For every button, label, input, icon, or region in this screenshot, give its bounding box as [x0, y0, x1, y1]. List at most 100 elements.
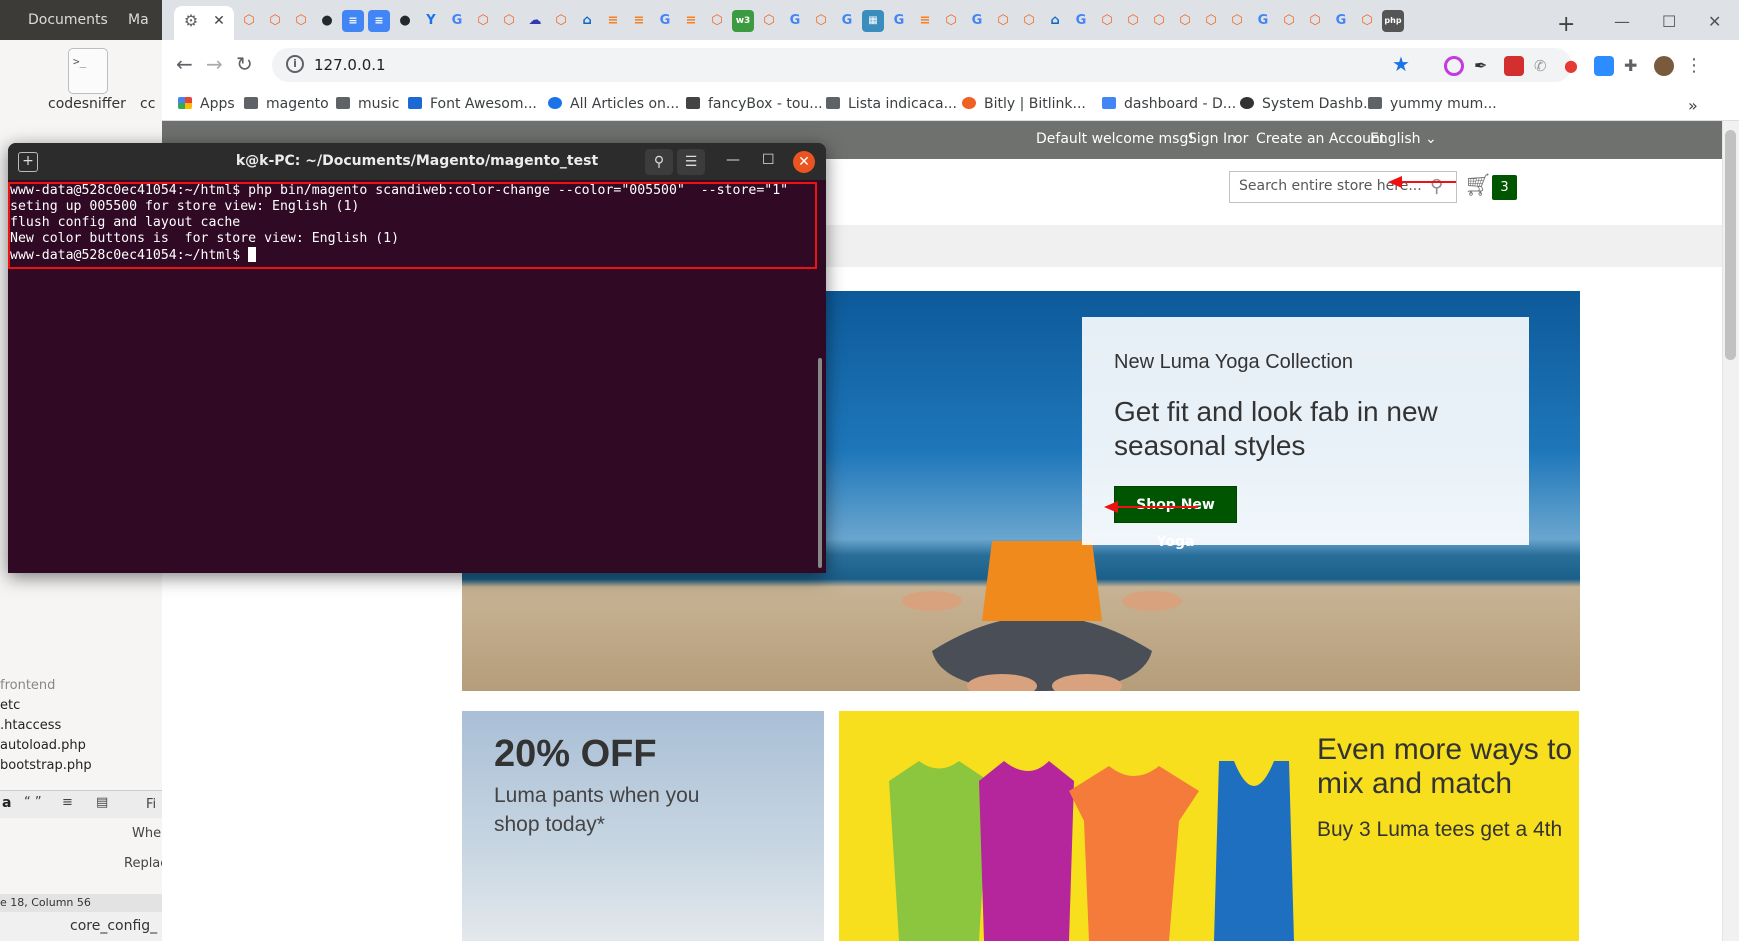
- tab-magento-favicon[interactable]: ⬡: [1200, 10, 1222, 32]
- list-item[interactable]: autoload.php: [0, 738, 86, 753]
- tab-y-favicon[interactable]: Y: [420, 10, 442, 32]
- file-label-codesniffer[interactable]: codesniffer: [48, 96, 148, 112]
- editor-tool-fi[interactable]: Fi: [146, 797, 156, 812]
- background-tab-ma[interactable]: Ma: [128, 0, 149, 40]
- profile-avatar[interactable]: [1654, 56, 1674, 76]
- eyedropper-extension-icon[interactable]: ✒: [1474, 56, 1494, 76]
- minimize-icon[interactable]: —: [726, 152, 740, 168]
- tab-magento-favicon[interactable]: ⬡: [1356, 10, 1378, 32]
- tab-google-favicon[interactable]: G: [1252, 10, 1274, 32]
- bookmark-system-dashboard[interactable]: System Dashb...: [1240, 96, 1376, 112]
- list-item[interactable]: bootstrap.php: [0, 758, 92, 773]
- tab-magento-favicon[interactable]: ⬡: [550, 10, 572, 32]
- tab-php-favicon[interactable]: php: [1382, 10, 1404, 32]
- list-item[interactable]: frontend: [0, 678, 55, 693]
- bookmark-font-awesome[interactable]: Font Awesom...: [408, 96, 537, 112]
- tab-magento-favicon[interactable]: ⬡: [940, 10, 962, 32]
- tab-stackoverflow-favicon[interactable]: ≡: [628, 10, 650, 32]
- address-bar[interactable]: [272, 48, 1572, 82]
- list-item[interactable]: etc: [0, 698, 20, 713]
- tab-google-favicon[interactable]: G: [888, 10, 910, 32]
- create-account-link[interactable]: Create an Account: [1256, 131, 1385, 147]
- tab-github-favicon[interactable]: ●: [316, 10, 338, 32]
- minimize-icon[interactable]: —: [1614, 12, 1630, 31]
- tab-google-favicon[interactable]: G: [966, 10, 988, 32]
- bookmark-fancybox[interactable]: fancyBox - tou...: [686, 96, 823, 112]
- tab-magento-favicon[interactable]: ⬡: [1122, 10, 1144, 32]
- terminal-scrollbar[interactable]: [818, 358, 822, 568]
- editor-bottom-tab[interactable]: core_config_: [0, 912, 162, 941]
- bookmark-bitly[interactable]: Bitly | Bitlink...: [962, 96, 1086, 112]
- info-icon[interactable]: i: [286, 55, 304, 73]
- tab-google-favicon[interactable]: G: [1330, 10, 1352, 32]
- tab-magento-favicon[interactable]: ⬡: [758, 10, 780, 32]
- tab-magento-favicon[interactable]: ⬡: [992, 10, 1014, 32]
- close-tab-icon[interactable]: ✕: [208, 10, 230, 32]
- tab-magento-favicon[interactable]: ⬡: [1148, 10, 1170, 32]
- terminal-window[interactable]: + k@k-PC: ~/Documents/Magento/magento_te…: [8, 143, 826, 573]
- terminal-file-icon[interactable]: >_: [68, 48, 108, 94]
- tab-magento-favicon[interactable]: ⬡: [1018, 10, 1040, 32]
- back-arrow-icon[interactable]: ←: [176, 52, 193, 76]
- gear-icon[interactable]: ⚙: [180, 10, 202, 32]
- red-extension-icon[interactable]: [1504, 56, 1524, 76]
- tab-magento-favicon[interactable]: ⬡: [238, 10, 260, 32]
- close-window-icon[interactable]: ✕: [1708, 12, 1721, 31]
- tab-magento-favicon[interactable]: ⬡: [1304, 10, 1326, 32]
- menu-kebab-icon[interactable]: ⋮: [1684, 56, 1704, 76]
- tab-magento-favicon[interactable]: ⬡: [264, 10, 286, 32]
- close-icon[interactable]: ✕: [793, 151, 815, 173]
- new-tab-button[interactable]: +: [1557, 12, 1575, 37]
- tab-cloud-favicon[interactable]: ☁: [524, 10, 546, 32]
- forward-arrow-icon[interactable]: →: [206, 52, 223, 76]
- tab-bridge-favicon[interactable]: ⌂: [1044, 10, 1066, 32]
- puzzle-extensions-icon[interactable]: ✚: [1624, 56, 1644, 76]
- phone-extension-icon[interactable]: ✆: [1534, 56, 1554, 76]
- align-icon[interactable]: ≡: [62, 795, 73, 810]
- bookmark-dashboard[interactable]: dashboard - D...: [1102, 96, 1236, 112]
- tab-docs-favicon[interactable]: ≡: [368, 10, 390, 32]
- tab-docs-favicon[interactable]: ≡: [342, 10, 364, 32]
- tab-w3-favicon[interactable]: w3: [732, 10, 754, 32]
- tab-stackoverflow-favicon[interactable]: ≡: [680, 10, 702, 32]
- list-item[interactable]: .htaccess: [0, 718, 61, 733]
- tab-magento-favicon[interactable]: ⬡: [1278, 10, 1300, 32]
- cart-count-badge[interactable]: 3: [1492, 175, 1517, 200]
- hamburger-menu-icon[interactable]: ☰: [677, 149, 705, 175]
- tab-google-favicon[interactable]: G: [654, 10, 676, 32]
- search-icon[interactable]: ⚲: [645, 149, 673, 175]
- maximize-icon[interactable]: ☐: [762, 152, 775, 168]
- bookmark-music[interactable]: music: [336, 96, 399, 112]
- tab-magento-favicon[interactable]: ⬡: [290, 10, 312, 32]
- tab-grid-favicon[interactable]: ▦: [862, 10, 884, 32]
- panel-icon[interactable]: ▤: [96, 795, 108, 810]
- tab-google-favicon[interactable]: G: [784, 10, 806, 32]
- tab-google-favicon[interactable]: G: [1070, 10, 1092, 32]
- tab-bridge-favicon[interactable]: ⌂: [576, 10, 598, 32]
- language-switcher[interactable]: English ⌄: [1370, 131, 1437, 147]
- tab-magento-favicon[interactable]: ⬡: [1174, 10, 1196, 32]
- tab-magento-favicon[interactable]: ⬡: [1226, 10, 1248, 32]
- quote-icon[interactable]: “ ”: [24, 795, 42, 810]
- tab-google-favicon[interactable]: G: [836, 10, 858, 32]
- sign-in-link[interactable]: Sign In: [1188, 131, 1236, 147]
- bookmark-lista[interactable]: Lista indicaca...: [826, 96, 957, 112]
- cart-icon[interactable]: 🛒︎: [1464, 173, 1492, 198]
- tab-magento-favicon[interactable]: ⬡: [810, 10, 832, 32]
- url-text[interactable]: 127.0.0.1: [314, 56, 386, 74]
- maximize-icon[interactable]: ☐: [1662, 12, 1676, 31]
- tab-magento-favicon[interactable]: ⬡: [706, 10, 728, 32]
- color-picker-extension-icon[interactable]: [1444, 56, 1464, 76]
- tab-stackoverflow-favicon[interactable]: ≡: [602, 10, 624, 32]
- background-tab-documents[interactable]: Documents: [28, 0, 108, 40]
- pin-extension-icon[interactable]: ●: [1564, 56, 1584, 76]
- tab-stackoverflow-favicon[interactable]: ≡: [914, 10, 936, 32]
- zoom-extension-icon[interactable]: [1594, 56, 1614, 76]
- editor-tool-a[interactable]: a: [2, 795, 11, 811]
- tab-magento-favicon[interactable]: ⬡: [498, 10, 520, 32]
- bookmarks-overflow-icon[interactable]: »: [1688, 96, 1698, 115]
- bookmark-apps[interactable]: Apps: [178, 96, 235, 112]
- tab-magento-favicon[interactable]: ⬡: [472, 10, 494, 32]
- reload-icon[interactable]: ↻: [236, 52, 253, 76]
- bookmark-magento[interactable]: magento: [244, 96, 329, 112]
